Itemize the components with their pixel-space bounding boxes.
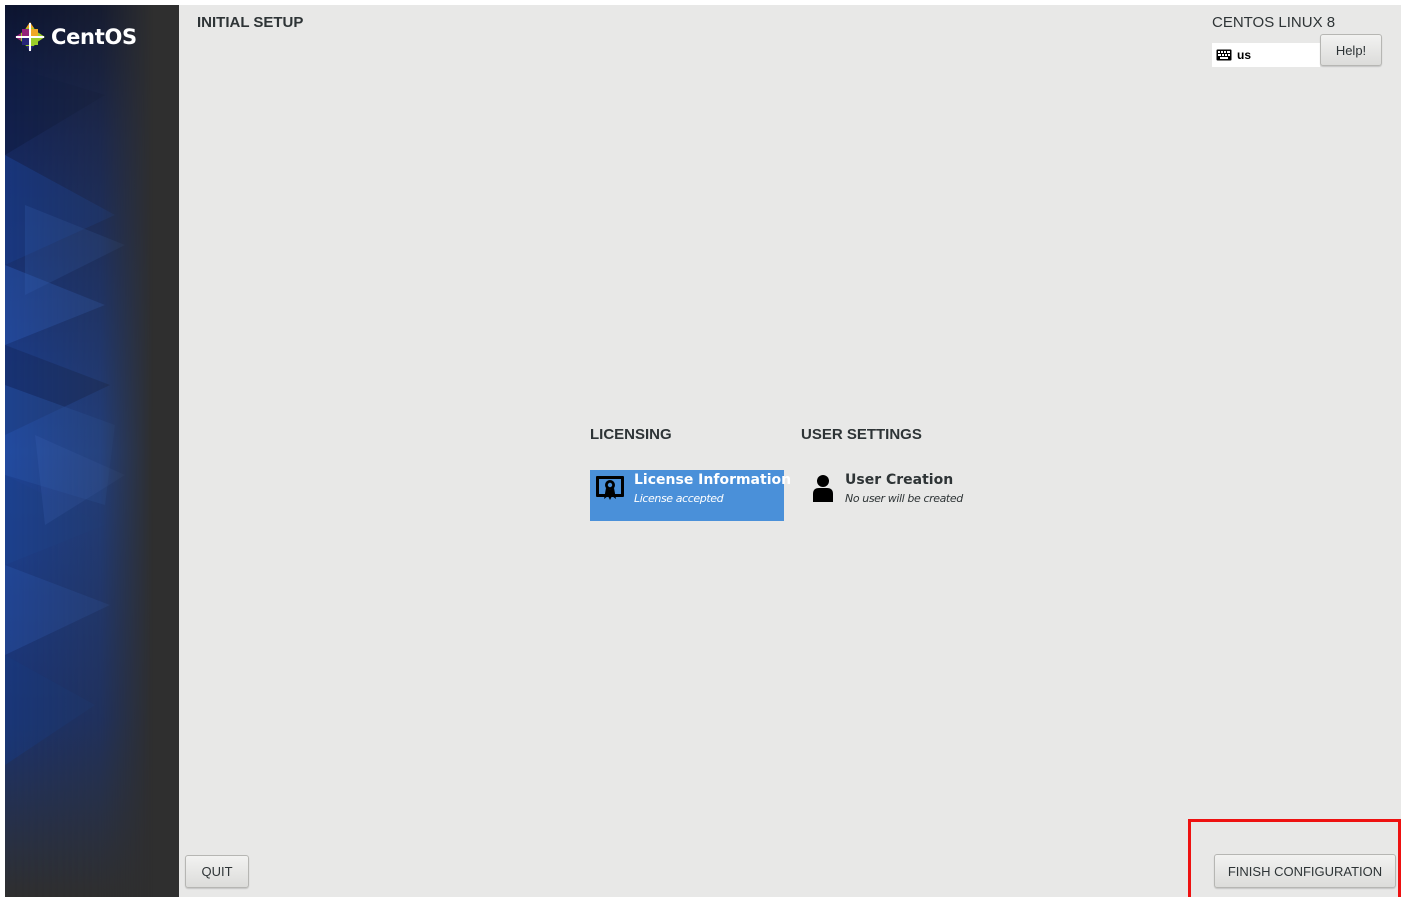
help-button[interactable]: Help! [1320, 34, 1382, 66]
category-heading-user-settings: USER SETTINGS [801, 426, 922, 443]
quit-button[interactable]: QUIT [185, 855, 249, 888]
centos-logo-text: CentOS [51, 25, 137, 49]
keyboard-layout-indicator[interactable]: us [1212, 43, 1320, 67]
spoke-status: License accepted [634, 492, 724, 505]
initial-setup-window: CentOS INITIAL SETUP CENTOS LINUX 8 us H… [5, 5, 1401, 897]
spoke-status: No user will be created [845, 492, 963, 505]
user-icon [813, 475, 833, 502]
centos-logo: CentOS [14, 20, 137, 54]
keyboard-icon [1216, 49, 1232, 61]
spoke-title: User Creation [845, 472, 954, 488]
sidebar: CentOS [5, 5, 179, 897]
license-certificate-icon [596, 476, 624, 500]
category-heading-licensing: LICENSING [590, 426, 672, 443]
page-title: INITIAL SETUP [197, 14, 304, 31]
centos-logo-icon [15, 22, 45, 52]
finish-configuration-button[interactable]: FINISH CONFIGURATION [1214, 854, 1396, 888]
product-title: CENTOS LINUX 8 [1212, 14, 1336, 31]
keyboard-layout-label: us [1237, 48, 1252, 62]
sidebar-background-art [5, 5, 179, 897]
spoke-user-creation[interactable]: User Creation No user will be created [801, 470, 991, 521]
spoke-license-information[interactable]: License Information License accepted [590, 470, 791, 521]
spoke-title: License Information [634, 472, 792, 488]
